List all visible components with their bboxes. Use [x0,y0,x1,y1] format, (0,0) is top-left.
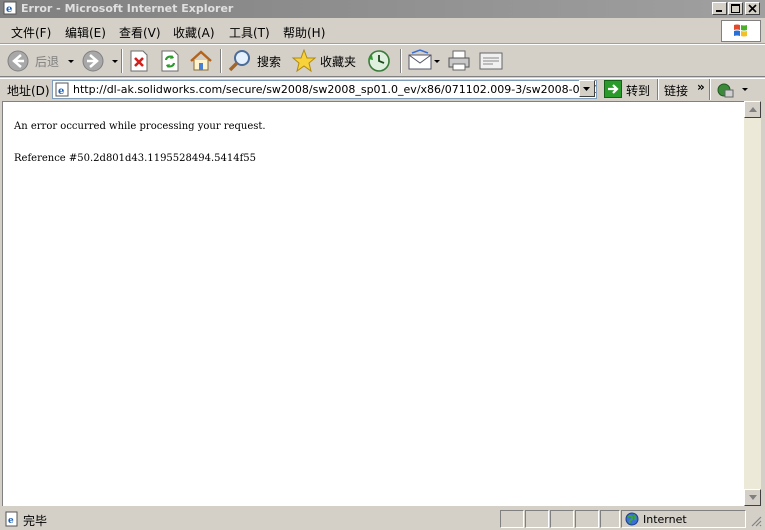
print-icon[interactable] [446,49,472,73]
svg-text:e: e [6,4,12,15]
refresh-icon[interactable] [159,49,181,73]
edit-page-icon[interactable] [478,49,504,73]
status-pane [525,510,549,528]
toolbar-separator [220,49,222,73]
back-arrow-icon[interactable] [6,49,30,73]
error-reference: Reference #50.2d801d43.1195528494.5414f5… [14,153,257,164]
close-button[interactable] [745,2,760,15]
close-icon [748,4,757,13]
history-icon[interactable] [366,49,392,73]
status-pane [500,510,524,528]
forward-dropdown-icon[interactable] [112,60,118,63]
ie-page-icon: e [3,1,17,15]
menu-favorites[interactable]: 收藏(A) [173,24,215,41]
window-title: Error - Microsoft Internet Explorer [21,2,234,15]
standard-toolbar: 后退 搜索 收藏夹 [0,44,765,77]
scroll-up-icon [749,107,757,112]
go-arrow-icon[interactable] [604,80,622,98]
search-icon[interactable] [228,49,254,73]
chevron-down-icon [583,87,590,91]
back-button-label[interactable]: 后退 [35,53,59,70]
scroll-down-icon [749,495,757,500]
scroll-down-button[interactable] [744,489,761,506]
maximize-icon [731,4,740,13]
toolbar-separator [657,79,659,100]
stop-icon[interactable] [128,49,150,73]
back-dropdown-icon[interactable] [68,60,74,63]
links-more-chevron[interactable]: » [697,80,705,94]
title-bar[interactable]: e Error - Microsoft Internet Explorer [0,0,765,18]
maximize-button[interactable] [728,2,743,15]
menu-view[interactable]: 查看(V) [119,24,161,41]
status-pane-main [0,510,498,528]
toolbar-extension-icon[interactable] [716,81,734,99]
address-label: 地址(D) [7,84,50,98]
security-zone-label: Internet [643,513,687,526]
scroll-up-button[interactable] [744,101,761,118]
address-url[interactable]: http://dl-ak.solidworks.com/secure/sw200… [73,83,596,96]
internet-globe-icon [625,512,639,526]
forward-arrow-icon[interactable] [81,49,105,73]
status-pane [600,510,620,528]
address-input[interactable]: e http://dl-ak.solidworks.com/secure/sw2… [52,80,597,99]
mail-icon[interactable] [407,49,433,73]
menu-edit[interactable]: 编辑(E) [65,24,106,41]
links-label[interactable]: 链接 [664,82,688,99]
error-message: An error occurred while processing your … [14,121,266,132]
address-dropdown-button[interactable] [579,80,595,97]
resize-grip-icon[interactable] [750,515,762,527]
status-bar: e 完毕 Internet [0,508,765,530]
favorites-button-label[interactable]: 收藏夹 [320,53,356,70]
search-button-label[interactable]: 搜索 [257,53,281,70]
windows-logo-icon [721,20,761,42]
menu-tools[interactable]: 工具(T) [229,24,270,41]
go-button-label[interactable]: 转到 [626,82,650,99]
toolbar-separator [709,79,711,100]
status-pane [550,510,574,528]
toolbar-separator [400,49,402,73]
minimize-icon [716,10,722,12]
toolbar-separator [121,49,123,73]
vertical-scrollbar[interactable] [744,101,761,506]
minimize-button[interactable] [712,2,727,15]
ie-page-icon: e [55,82,69,97]
svg-text:e: e [58,86,64,97]
menu-file[interactable]: 文件(F) [11,24,51,41]
status-pane [575,510,599,528]
page-content: An error occurred while processing your … [2,101,744,506]
extension-dropdown-icon[interactable] [742,88,748,91]
home-icon[interactable] [189,49,213,73]
address-bar: 地址(D) e http://dl-ak.solidworks.com/secu… [0,78,765,100]
mail-dropdown-icon[interactable] [434,60,440,63]
menu-help[interactable]: 帮助(H) [283,24,325,41]
favorites-star-icon[interactable] [291,49,317,73]
menu-bar: 文件(F) 编辑(E) 查看(V) 收藏(A) 工具(T) 帮助(H) [0,19,765,44]
